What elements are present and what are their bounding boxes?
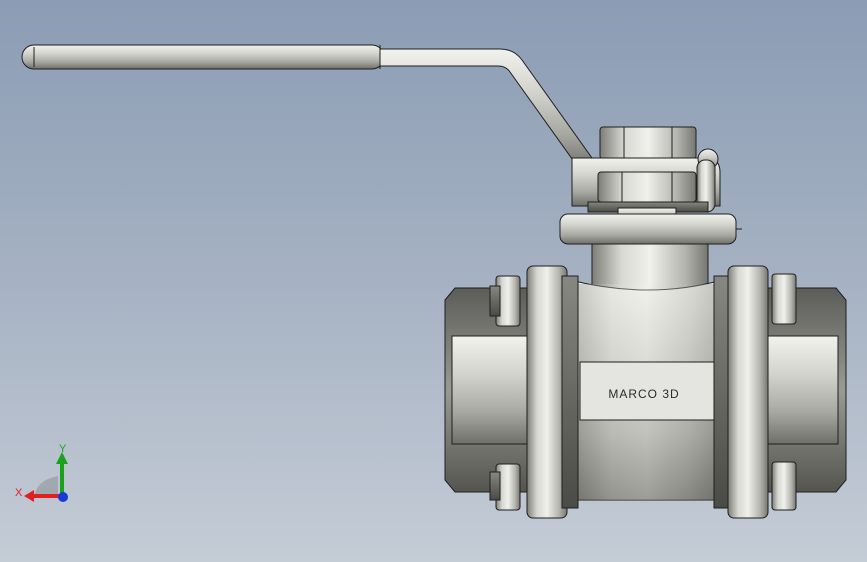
ball-valve-model[interactable]: MARCO 3D [0,0,867,562]
left-flange [526,265,579,519]
3d-viewport[interactable]: MARCO 3D Y X [0,0,867,562]
bolt-bottom-right [771,461,797,511]
x-axis-label: X [15,487,23,499]
body-engraving: MARCO 3D [608,387,679,401]
y-axis-label: Y [59,443,67,455]
right-flange [713,265,769,519]
orientation-triad[interactable]: Y X [14,440,84,510]
bolt-top-right [771,273,797,325]
z-axis-dot [58,492,68,502]
handle-lever[interactable] [21,44,593,171]
valve-body: MARCO 3D [569,279,723,501]
x-axis-head [24,490,34,502]
